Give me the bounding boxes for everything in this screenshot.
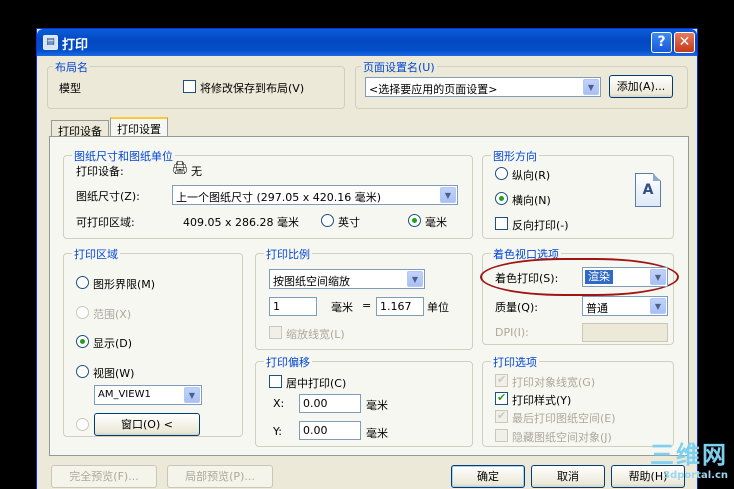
offset-x-unit: 毫米 [366,399,388,412]
scale-combo-value: 按图纸空间缩放 [273,275,350,288]
quality-value: 普通 [586,302,608,315]
view-combo[interactable]: AM_VIEW1 ▼ [94,385,202,405]
dpi-input[interactable] [582,323,668,342]
quality-label: 质量(Q): [495,301,538,314]
watermark-url: 3dportal.cn [663,470,728,481]
page-setup-combo-value: <选择要应用的页面设置> [369,83,498,96]
page-setup-legend: 页面设置名(U) [361,59,437,75]
plot-device-value: 无 [191,165,202,178]
plot-lineweights-label: 打印对象线宽(G) [512,376,596,389]
chevron-down-icon: ▼ [650,298,666,314]
add-page-setup-button[interactable]: 添加(A)... [609,75,673,98]
window-radio[interactable] [76,418,89,431]
print-dialog: ▤ 打印 ? ✕ 布局名 模型 将修改保存到布局(V) 页面设置名(U) <选择… [36,28,698,489]
portrait-label: 纵向(R) [512,169,551,182]
print-offset-legend: 打印偏移 [264,354,312,370]
chevron-down-icon: ▼ [650,269,666,285]
plot-styles-label: 打印样式(Y) [512,394,572,407]
page-setup-combo[interactable]: <选择要应用的页面设置> ▼ [365,77,601,97]
limits-radio[interactable] [76,276,89,289]
print-icon: ▤ [43,35,58,50]
portrait-radio[interactable] [495,167,508,180]
extents-radio[interactable] [76,306,89,319]
title-bar[interactable]: ▤ 打印 ? ✕ [37,29,697,56]
window-title: 打印 [62,38,89,53]
plot-options-legend: 打印选项 [491,354,539,370]
orientation-icon: A [635,173,661,207]
help-title-button[interactable]: ? [651,32,672,53]
unit-mm-label: 毫米 [425,216,447,229]
watermark-text: 三维网 [650,441,728,469]
layout-name-value: 模型 [59,82,81,95]
print-area-legend: 打印区域 [72,246,120,262]
extents-label: 范围(X) [93,308,132,321]
display-label: 显示(D) [93,337,133,350]
landscape-radio[interactable] [495,192,508,205]
shade-plot-value: 渲染 [585,270,613,284]
close-icon[interactable]: ✕ [674,32,695,53]
chevron-down-icon: ▼ [583,79,599,95]
unit-inch-label: 英寸 [338,216,360,229]
chevron-down-icon: ▼ [184,387,200,403]
ok-button[interactable]: 确定 [451,465,525,488]
printable-area-value: 409.05 x 286.28 毫米 [183,216,299,229]
scale-lineweights-label: 缩放线宽(L) [286,328,345,341]
print-settings-tab-page: 图纸尺寸和图纸单位 打印设备: 🖨 无 图纸尺寸(Z): 上一个图纸尺寸 (29… [49,136,689,456]
hide-objects-checkbox[interactable] [495,429,508,442]
view-label: 视图(W) [93,367,135,380]
watermark-logo: 三维网 3dportal.cn [650,435,728,481]
dpi-label: DPI(I): [495,326,529,339]
scale-units-input[interactable]: 1.167 [376,297,424,316]
landscape-label: 横向(N) [512,194,551,207]
offset-y-unit: 毫米 [366,427,388,440]
hide-objects-label: 隐藏图纸空间对象(J) [512,431,612,444]
paperspace-last-checkbox[interactable] [495,409,508,423]
center-plot-label: 居中打印(C) [286,377,347,390]
plot-lineweights-checkbox[interactable] [495,373,508,387]
shade-plot-combo[interactable]: 渲染 ▼ [582,267,668,287]
layout-name-legend: 布局名 [53,59,90,75]
display-radio[interactable] [76,335,89,348]
scale-lineweights-checkbox[interactable] [269,326,282,339]
paper-size-combo[interactable]: 上一个图纸尺寸 (297.05 x 420.16 毫米) ▼ [172,185,458,205]
limits-label: 图形界限(M) [93,278,156,291]
offset-y-input[interactable]: 0.00 [299,421,361,440]
print-offset-group [255,361,473,447]
printable-area-label: 可打印区域: [76,216,135,229]
cancel-button[interactable]: 取消 [531,465,605,488]
shade-plot-label: 着色打印(S): [495,272,559,285]
reverse-print-label: 反向打印(-) [512,219,569,232]
offset-x-input[interactable]: 0.00 [299,394,361,413]
chevron-down-icon: ▼ [407,271,423,287]
window-select-button[interactable]: 窗口(O) < [94,413,200,436]
scale-mm-unit: 毫米 [331,301,353,314]
printer-icon: 🖨 [172,161,189,176]
unit-mm-radio[interactable] [408,214,421,227]
paper-size-value: 上一个图纸尺寸 (297.05 x 420.16 毫米) [176,191,382,204]
quality-combo[interactable]: 普通 ▼ [582,296,668,316]
view-radio[interactable] [76,365,89,378]
chevron-down-icon: ▼ [440,187,456,203]
full-preview-button[interactable]: 完全预览(F)... [51,465,157,488]
offset-y-label: Y: [273,425,282,438]
reverse-print-checkbox[interactable] [495,217,508,230]
plot-device-label: 打印设备: [76,165,124,178]
center-plot-checkbox[interactable] [269,375,282,388]
scale-combo[interactable]: 按图纸空间缩放 ▼ [269,269,425,289]
scale-mm-input[interactable]: 1 [269,297,317,316]
scale-equals: = [362,299,372,312]
plot-styles-checkbox[interactable] [495,391,508,405]
save-to-layout-checkbox[interactable] [183,80,196,93]
paper-size-label: 图纸尺寸(Z): [76,190,140,203]
offset-x-label: X: [273,397,285,410]
save-to-layout-label: 将修改保存到布局(V) [200,82,305,95]
partial-preview-button[interactable]: 局部预览(P)... [167,465,273,488]
paper-size-legend: 图纸尺寸和图纸单位 [72,148,175,164]
orientation-legend: 图形方向 [491,148,539,164]
scale-units-unit: 单位 [427,301,449,314]
unit-inch-radio[interactable] [321,214,334,227]
view-combo-value: AM_VIEW1 [98,389,151,400]
paperspace-last-label: 最后打印图纸空间(E) [512,412,616,425]
print-scale-legend: 打印比例 [264,246,312,262]
